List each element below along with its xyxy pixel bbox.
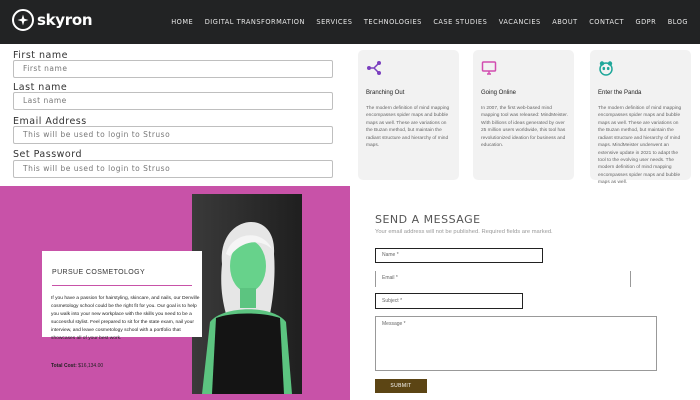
nav-item-about[interactable]: ABOUT [552, 18, 577, 26]
nav-item-technologies[interactable]: TECHNOLOGIES [364, 18, 422, 26]
last-name-field[interactable]: Last name [13, 92, 333, 110]
nav-item-digital-transformation[interactable]: DIGITAL TRANSFORMATION [205, 18, 305, 26]
feature-card-going-online: Going Online In 2007, the first web-base… [473, 50, 574, 180]
model-photo [192, 194, 302, 394]
contact-title: SEND A MESSAGE [375, 213, 481, 226]
logo-text: skyron [37, 11, 93, 29]
main-menu: HOME DIGITAL TRANSFORMATION SERVICES TEC… [160, 0, 688, 44]
name-field[interactable]: Name * [375, 248, 543, 263]
feature-card-enter-the-panda: Enter the Panda The modern definition of… [590, 50, 691, 185]
password-field[interactable]: This will be used to login to Struso [13, 160, 333, 178]
email-field[interactable]: Email * [375, 271, 631, 287]
signup-form: First name First name Last name Last nam… [0, 44, 350, 186]
submit-button[interactable]: SUBMIT [375, 379, 427, 393]
nav-item-case-studies[interactable]: CASE STUDIES [433, 18, 487, 26]
email-field[interactable]: This will be used to login to Struso [13, 126, 333, 144]
top-navigation-bar: skyron HOME DIGITAL TRANSFORMATION SERVI… [0, 0, 700, 44]
panda-icon [598, 60, 614, 76]
card-title: Branching Out [366, 90, 405, 96]
first-name-field[interactable]: First name [13, 60, 333, 78]
contact-form: SEND A MESSAGE Your email address will n… [350, 186, 700, 400]
card-body: The modern definition of mind mapping en… [598, 106, 682, 186]
promo-divider [52, 285, 192, 286]
subject-field[interactable]: Subject * [375, 293, 523, 309]
password-label: Set Password [13, 149, 82, 160]
promo-title: PURSUE COSMETOLOGY [52, 269, 146, 276]
branch-icon [366, 60, 382, 76]
site-logo[interactable]: skyron [12, 9, 93, 31]
nav-item-services[interactable]: SERVICES [316, 18, 352, 26]
nav-item-blog[interactable]: BLOG [668, 18, 688, 26]
page: skyron HOME DIGITAL TRANSFORMATION SERVI… [0, 0, 700, 400]
nav-item-gdpr[interactable]: GDPR [635, 18, 656, 26]
feature-cards: Branching Out The modern definition of m… [350, 44, 700, 186]
card-body: The modern definition of mind mapping en… [366, 106, 450, 149]
nav-item-vacancies[interactable]: VACANCIES [499, 18, 541, 26]
nav-item-home[interactable]: HOME [171, 18, 193, 26]
total-cost-label: Total Cost: [51, 363, 77, 369]
cosmetology-promo: PURSUE COSMETOLOGY If you have a passion… [0, 186, 350, 400]
message-field[interactable]: Message * [375, 316, 657, 371]
contact-note: Your email address will not be published… [375, 229, 553, 235]
nav-item-contact[interactable]: CONTACT [589, 18, 624, 26]
monitor-icon [481, 60, 497, 76]
total-cost-value: $16,134.00 [78, 363, 104, 369]
feature-card-branching-out: Branching Out The modern definition of m… [358, 50, 459, 180]
card-body: In 2007, the first web-based mind mappin… [481, 106, 568, 149]
card-title: Enter the Panda [598, 90, 642, 96]
logo-mark-icon [12, 9, 34, 31]
card-title: Going Online [481, 90, 517, 96]
promo-description: If you have a passion for hairstyling, s… [51, 296, 200, 342]
promo-total-cost: Total Cost: $16,134.00 [51, 363, 103, 369]
